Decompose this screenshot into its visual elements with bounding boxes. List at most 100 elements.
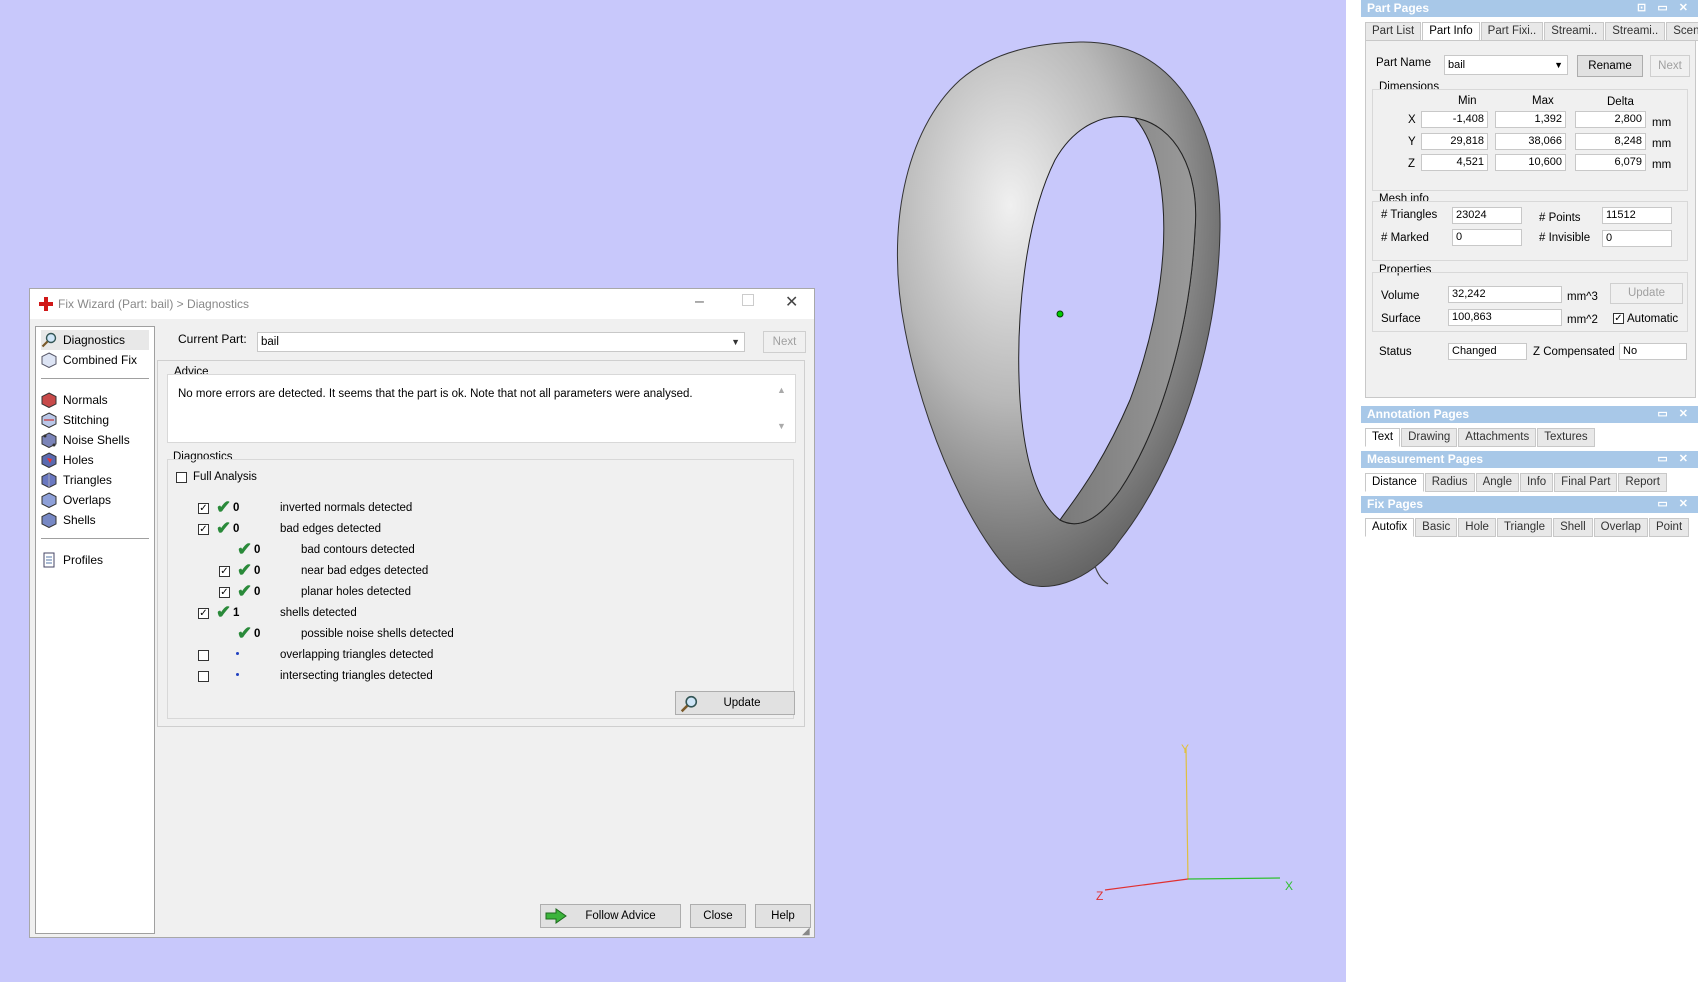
measurement-pages-window-buttons[interactable]: ▭ ✕ — [1657, 451, 1692, 468]
annotation-pages-header[interactable]: Annotation Pages ▭ ✕ — [1361, 406, 1698, 423]
resize-grip-icon[interactable]: ◢ — [802, 926, 810, 937]
tab-angle[interactable]: Angle — [1475, 473, 1519, 492]
dim-z-max[interactable]: 10,600 — [1495, 154, 1566, 171]
inverted-normals-checkbox[interactable]: ✓ — [198, 503, 209, 514]
measurement-pages-title: Measurement Pages — [1367, 452, 1484, 466]
rename-button[interactable]: Rename — [1577, 55, 1643, 77]
fix-pages-header[interactable]: Fix Pages ▭ ✕ — [1361, 496, 1698, 513]
tab-info[interactable]: Info — [1519, 473, 1554, 492]
nav-item-combined-fix[interactable]: Combined Fix — [41, 350, 137, 370]
update-properties-button[interactable]: Update — [1610, 283, 1683, 304]
near-bad-edges-checkbox[interactable]: ✓ — [219, 566, 230, 577]
bad-edges-checkbox[interactable]: ✓ — [198, 524, 209, 535]
dim-x-max[interactable]: 1,392 — [1495, 111, 1566, 128]
tab-streamics-2[interactable]: Streami.. — [1605, 22, 1666, 41]
nav-item-holes[interactable]: Holes — [41, 450, 94, 470]
invisible-field[interactable]: 0 — [1602, 230, 1672, 247]
nav-item-profiles[interactable]: Profiles — [41, 550, 103, 570]
tab-radius[interactable]: Radius — [1424, 473, 1475, 492]
intersecting-triangles-checkbox[interactable] — [198, 671, 209, 682]
tab-streamics-1[interactable]: Streami.. — [1544, 22, 1605, 41]
dim-x-min[interactable]: -1,408 — [1421, 111, 1488, 128]
update-diagnostics-button[interactable]: Update — [675, 691, 795, 715]
dim-y-delta[interactable]: 8,248 — [1575, 133, 1646, 150]
help-button[interactable]: Help — [755, 904, 811, 928]
fix-pages-window-buttons[interactable]: ▭ ✕ — [1657, 496, 1692, 513]
tab-text[interactable]: Text — [1365, 428, 1401, 447]
surface-unit: mm^2 — [1567, 314, 1598, 326]
full-analysis-checkbox[interactable] — [176, 472, 187, 483]
tab-scenes[interactable]: Scenes — [1666, 22, 1698, 41]
tab-part-fixing[interactable]: Part Fixi.. — [1480, 22, 1544, 41]
dialog-title-bar[interactable]: Fix Wizard (Part: bail) > Diagnostics – … — [30, 289, 814, 319]
tab-point[interactable]: Point — [1648, 518, 1690, 537]
tab-triangle[interactable]: Triangle — [1496, 518, 1553, 537]
tab-autofix[interactable]: Autofix — [1365, 518, 1415, 537]
advice-text: No more errors are detected. It seems th… — [178, 388, 693, 400]
dim-z-min[interactable]: 4,521 — [1421, 154, 1488, 171]
overlapping-triangles-checkbox[interactable] — [198, 650, 209, 661]
current-part-label: Current Part: — [178, 332, 247, 346]
part-name-select[interactable]: bail ▼ — [1444, 55, 1568, 75]
annotation-pages-window-buttons[interactable]: ▭ ✕ — [1657, 406, 1692, 423]
follow-advice-button[interactable]: Follow Advice — [540, 904, 681, 928]
tab-drawing[interactable]: Drawing — [1401, 428, 1458, 447]
close-button[interactable]: Close — [690, 904, 746, 928]
dim-y-max[interactable]: 38,066 — [1495, 133, 1566, 150]
scroll-up-icon[interactable]: ▲ — [777, 385, 786, 395]
maximize-icon[interactable] — [742, 294, 754, 306]
ok-check-icon: ✔ — [237, 623, 253, 643]
nav-item-stitching[interactable]: Stitching — [41, 410, 109, 430]
tab-attachments[interactable]: Attachments — [1458, 428, 1537, 447]
nav-item-noise-shells[interactable]: Noise Shells — [41, 430, 130, 450]
nav-item-overlaps[interactable]: Overlaps — [41, 490, 111, 510]
close-icon[interactable]: ✕ — [785, 292, 798, 312]
dim-z-delta[interactable]: 6,079 — [1575, 154, 1646, 171]
update-label: Update — [723, 697, 761, 709]
measurement-pages-header[interactable]: Measurement Pages ▭ ✕ — [1361, 451, 1698, 468]
tab-part-list[interactable]: Part List — [1365, 22, 1422, 41]
tab-distance[interactable]: Distance — [1365, 473, 1424, 492]
tab-final-part[interactable]: Final Part — [1554, 473, 1618, 492]
wizard-nav: Diagnostics Combined Fix Normals Stitchi… — [35, 326, 155, 934]
part-pages-header[interactable]: Part Pages ⊡ ▭ ✕ — [1361, 0, 1698, 17]
planar-holes-checkbox[interactable]: ✓ — [219, 587, 230, 598]
nav-item-shells[interactable]: Shells — [41, 510, 96, 530]
next-part-button[interactable]: Next — [763, 331, 806, 353]
nav-item-triangles[interactable]: Triangles — [41, 470, 112, 490]
nav-item-diagnostics[interactable]: Diagnostics — [41, 330, 149, 350]
dim-col-delta: Delta — [1607, 96, 1634, 108]
minimize-icon[interactable]: – — [695, 293, 704, 311]
automatic-checkbox[interactable]: ✓ — [1613, 313, 1624, 324]
z-compensated-field[interactable]: No — [1619, 343, 1687, 360]
ok-check-icon: ✔ — [237, 560, 253, 580]
bad-edges-text: bad edges detected — [280, 523, 382, 535]
dim-x-delta[interactable]: 2,800 — [1575, 111, 1646, 128]
triangles-field[interactable]: 23024 — [1452, 207, 1522, 224]
dim-y-min[interactable]: 29,818 — [1421, 133, 1488, 150]
tab-overlap[interactable]: Overlap — [1593, 518, 1648, 537]
magnifier-icon — [680, 695, 698, 713]
fix-pages-title: Fix Pages — [1367, 497, 1424, 511]
tab-basic[interactable]: Basic — [1415, 518, 1458, 537]
next-button[interactable]: Next — [1650, 55, 1690, 77]
nav-label: Combined Fix — [63, 353, 138, 367]
nav-item-normals[interactable]: Normals — [41, 390, 108, 410]
surface-field[interactable]: 100,863 — [1448, 309, 1562, 326]
volume-field[interactable]: 32,242 — [1448, 286, 1562, 303]
tab-hole[interactable]: Hole — [1458, 518, 1496, 537]
part-pages-window-buttons[interactable]: ⊡ ▭ ✕ — [1637, 0, 1692, 17]
profiles-icon — [43, 552, 55, 568]
z-compensated-label: Z Compensated — [1533, 346, 1615, 358]
tab-part-info[interactable]: Part Info — [1422, 22, 1480, 41]
shells-checkbox[interactable]: ✓ — [198, 608, 209, 619]
nav-label: Profiles — [63, 553, 104, 567]
tab-report[interactable]: Report — [1618, 473, 1667, 492]
current-part-select[interactable]: bail ▼ — [257, 332, 745, 352]
points-field[interactable]: 11512 — [1602, 207, 1672, 224]
tab-textures[interactable]: Textures — [1537, 428, 1595, 447]
scroll-down-icon[interactable]: ▼ — [777, 421, 786, 431]
marked-field[interactable]: 0 — [1452, 229, 1522, 246]
status-field[interactable]: Changed — [1448, 343, 1527, 360]
tab-shell[interactable]: Shell — [1553, 518, 1593, 537]
